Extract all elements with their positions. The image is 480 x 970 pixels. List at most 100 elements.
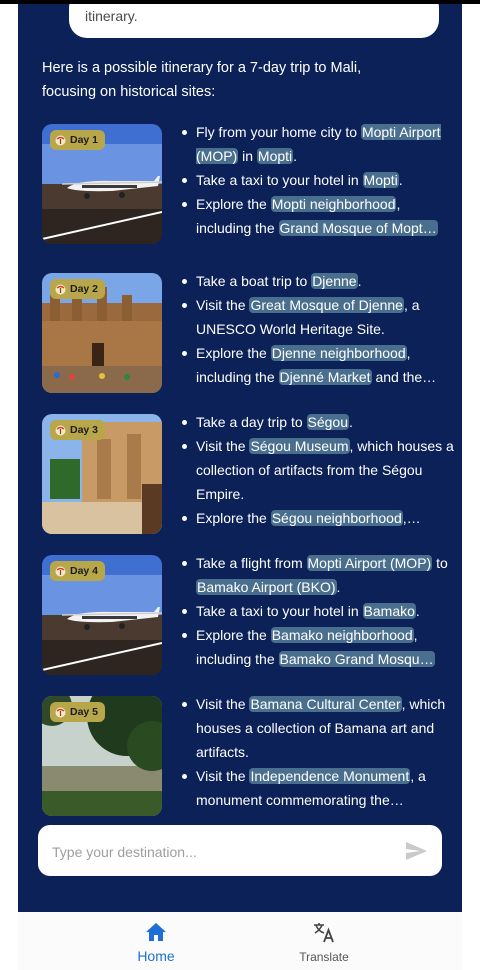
itinerary-day-4: Day 4 Take a flight from Mopti Airport (… bbox=[42, 555, 452, 675]
palm-tree-icon bbox=[55, 566, 66, 577]
palm-tree-icon bbox=[55, 284, 66, 295]
intro-text: Here is a possible itinerary for a 7-day… bbox=[42, 60, 362, 100]
day-badge: Day 4 bbox=[50, 561, 106, 581]
day-activity-list: Take a flight from Mopti Airport (MOP) t… bbox=[178, 551, 454, 671]
day-label: Day 4 bbox=[70, 565, 99, 577]
day-badge: Day 5 bbox=[50, 702, 106, 722]
activity-item: Explore the Mopti neighborhood, includin… bbox=[178, 192, 454, 240]
activity-text: to bbox=[432, 555, 448, 571]
destination-input-container bbox=[38, 825, 442, 878]
activity-item: Visit the Bamana Cultural Center, which … bbox=[178, 692, 454, 764]
day-activity-list: Take a day trip to Ségou. Visit the Ségou… bbox=[178, 410, 454, 530]
nav-home[interactable]: Home bbox=[96, 922, 216, 964]
activity-item: Explore the Ségou neighborhood,… bbox=[178, 506, 454, 530]
day-thumbnail[interactable]: Day 4 bbox=[42, 555, 162, 675]
activity-text: Visit the bbox=[196, 297, 250, 313]
activity-item: Take a flight from Mopti Airport (MOP) t… bbox=[178, 551, 454, 599]
day-thumbnail[interactable]: Day 5 bbox=[42, 696, 162, 816]
activity-text: Take a boat trip to bbox=[196, 273, 312, 289]
day-activity-list: Take a boat trip to Djenne. Visit the Gre… bbox=[178, 269, 454, 389]
activity-text: . bbox=[336, 579, 341, 595]
activity-text: . bbox=[293, 148, 298, 164]
activity-item: Explore the Bamako neighborhood, includi… bbox=[178, 623, 454, 671]
place-link[interactable]: Independence Monument bbox=[249, 768, 411, 784]
activity-item: Take a day trip to Ségou. bbox=[178, 410, 454, 434]
day-label: Day 3 bbox=[70, 424, 99, 436]
activity-item: Explore the Djenne neighborhood, includi… bbox=[178, 341, 454, 389]
send-icon[interactable] bbox=[404, 839, 428, 863]
place-link[interactable]: Djenne bbox=[311, 273, 358, 289]
place-link[interactable]: Great Mosque of Djenne bbox=[249, 297, 404, 313]
activity-item: Take a boat trip to Djenne. bbox=[178, 269, 454, 293]
place-link[interactable]: Mopti Airport (MOP) bbox=[306, 555, 433, 571]
place-link[interactable]: Mopti bbox=[256, 148, 294, 164]
activity-text: Fly from your home city to bbox=[196, 124, 361, 140]
activity-text: Explore the bbox=[196, 627, 271, 643]
nav-translate-label: Translate bbox=[299, 950, 349, 964]
activity-item: Visit the Independence Monument, a monum… bbox=[178, 764, 454, 812]
activity-text: in bbox=[238, 148, 257, 164]
activity-text: Take a flight from bbox=[196, 555, 307, 571]
day-activity-list: Fly from your home city to Mopti Airport… bbox=[178, 120, 454, 240]
day-label: Day 2 bbox=[70, 283, 99, 295]
activity-item: Take a taxi to your hotel in Mopti. bbox=[178, 168, 454, 192]
place-link[interactable]: Bamako neighborhood bbox=[270, 627, 414, 643]
activity-text: Take a day trip to bbox=[196, 414, 307, 430]
day-badge: Day 2 bbox=[50, 279, 106, 299]
activity-text: Take a taxi to your hotel in bbox=[196, 172, 363, 188]
home-icon bbox=[145, 923, 167, 946]
activity-item: Visit the Ségou Museum, which houses a c… bbox=[178, 434, 454, 506]
palm-tree-icon bbox=[55, 425, 66, 436]
activity-text: Explore the bbox=[196, 345, 271, 361]
place-link[interactable]: Grand Mosque of Mopt… bbox=[278, 220, 438, 236]
activity-item: Fly from your home city to Mopti Airport… bbox=[178, 120, 454, 168]
itinerary-day-1: Day 1 Fly from your home city to Mopti A… bbox=[42, 124, 452, 244]
itinerary-day-2: Day 2 Take a boat trip to Djenne. Visit t… bbox=[42, 273, 452, 393]
nav-translate[interactable]: Translate bbox=[264, 922, 384, 964]
chat-panel: itinerary. Here is a possible itinerary … bbox=[18, 4, 462, 912]
place-link[interactable]: Mopti bbox=[362, 172, 399, 188]
activity-text: . bbox=[357, 273, 362, 289]
day-badge: Day 3 bbox=[50, 420, 106, 440]
activity-text: . bbox=[398, 172, 403, 188]
place-link[interactable]: Djenne neighborhood bbox=[270, 345, 407, 361]
day-activity-list: Visit the Bamana Cultural Center, which … bbox=[178, 692, 454, 812]
previous-message-bubble: itinerary. bbox=[69, 4, 439, 38]
day-thumbnail[interactable]: Day 2 bbox=[42, 273, 162, 393]
place-link[interactable]: Ségou neighborhood bbox=[270, 510, 403, 526]
place-link[interactable]: Ségou Museum bbox=[249, 438, 350, 454]
palm-tree-icon bbox=[55, 135, 66, 146]
bottom-navigation: Home Translate bbox=[18, 912, 462, 970]
translate-icon bbox=[312, 923, 336, 948]
nav-home-label: Home bbox=[137, 948, 175, 964]
activity-text: . bbox=[349, 414, 353, 430]
activity-text: Explore the bbox=[196, 510, 271, 526]
itinerary-day-5: Day 5 Visit the Bamana Cultural Center, … bbox=[42, 696, 452, 816]
previous-message-text: itinerary. bbox=[85, 8, 138, 24]
day-label: Day 1 bbox=[70, 134, 99, 146]
activity-text: Visit the bbox=[196, 696, 250, 712]
place-link[interactable]: Bamako Grand Mosqu… bbox=[278, 651, 435, 667]
place-link[interactable]: Ségou bbox=[306, 414, 349, 430]
activity-text: ,… bbox=[402, 510, 421, 526]
activity-item: Take a taxi to your hotel in Bamako. bbox=[178, 599, 454, 623]
place-link[interactable]: Bamana Cultural Center bbox=[249, 696, 402, 712]
day-thumbnail[interactable]: Day 3 bbox=[42, 414, 162, 534]
place-link[interactable]: Bamako bbox=[362, 603, 416, 619]
place-link[interactable]: Mopti neighborhood bbox=[270, 196, 397, 212]
day-label: Day 5 bbox=[70, 706, 99, 718]
activity-text: Take a taxi to your hotel in bbox=[196, 603, 363, 619]
activity-text: Explore the bbox=[196, 196, 271, 212]
place-link[interactable]: Bamako Airport (BKO) bbox=[196, 579, 337, 595]
itinerary-day-3: Day 3 Take a day trip to Ségou. Visit the… bbox=[42, 414, 454, 534]
activity-text: Visit the bbox=[196, 438, 250, 454]
place-link[interactable]: Djenné Market bbox=[278, 369, 372, 385]
palm-tree-icon bbox=[55, 707, 66, 718]
day-badge: Day 1 bbox=[50, 130, 106, 150]
activity-item: Visit the Great Mosque of Djenne, a UNES… bbox=[178, 293, 454, 341]
activity-text: Visit the bbox=[196, 768, 250, 784]
activity-text: . bbox=[415, 603, 420, 619]
destination-input[interactable] bbox=[50, 825, 394, 878]
activity-text: and the… bbox=[371, 369, 437, 385]
day-thumbnail[interactable]: Day 1 bbox=[42, 124, 162, 244]
